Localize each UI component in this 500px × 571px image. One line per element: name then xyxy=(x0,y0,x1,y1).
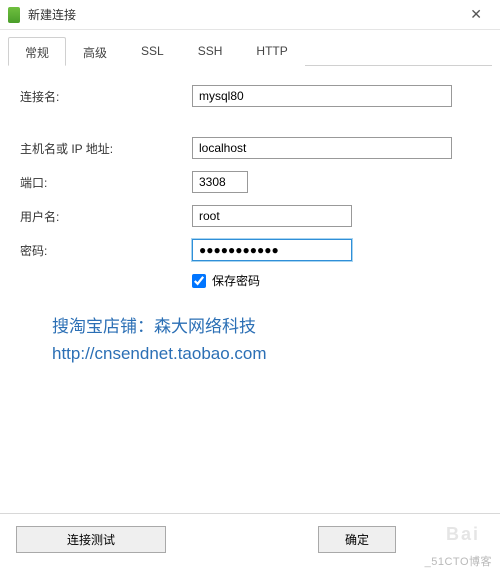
ok-button[interactable]: 确定 xyxy=(318,526,396,553)
row-password: 密码: xyxy=(20,238,480,262)
tab-advanced[interactable]: 高级 xyxy=(66,37,124,66)
footer-right: 确定 取消 xyxy=(318,526,484,553)
promo-line2: http://cnsendnet.taobao.com xyxy=(52,340,470,367)
save-password-checkbox[interactable] xyxy=(192,274,206,288)
test-connection-button[interactable]: 连接测试 xyxy=(16,526,166,553)
row-connection-name: 连接名: xyxy=(20,84,480,108)
conn-name-label: 连接名: xyxy=(20,88,192,105)
password-input[interactable] xyxy=(192,239,352,261)
titlebar: 新建连接 ✕ xyxy=(0,0,500,30)
row-port: 端口: xyxy=(20,170,480,194)
window-title: 新建连接 xyxy=(28,6,460,23)
host-label: 主机名或 IP 地址: xyxy=(20,140,192,157)
tab-general[interactable]: 常规 xyxy=(8,37,66,66)
user-input[interactable] xyxy=(192,205,352,227)
tab-ssh[interactable]: SSH xyxy=(181,37,240,66)
password-label: 密码: xyxy=(20,242,192,259)
host-input[interactable] xyxy=(192,137,452,159)
user-label: 用户名: xyxy=(20,208,192,225)
port-label: 端口: xyxy=(20,174,192,191)
promo-line1: 搜淘宝店铺：森大网络科技 xyxy=(52,313,470,340)
row-user: 用户名: xyxy=(20,204,480,228)
row-host: 主机名或 IP 地址: xyxy=(20,136,480,160)
row-save-password: 保存密码 xyxy=(192,272,480,289)
form-panel: 连接名: 主机名或 IP 地址: 端口: 用户名: 密码: 保存密码 搜淘宝店铺… xyxy=(0,66,500,385)
promo-block: 搜淘宝店铺：森大网络科技 http://cnsendnet.taobao.com xyxy=(52,313,470,367)
footer: 连接测试 确定 取消 xyxy=(0,513,500,553)
conn-name-input[interactable] xyxy=(192,85,452,107)
tab-ssl[interactable]: SSL xyxy=(124,37,181,66)
save-password-label: 保存密码 xyxy=(212,272,260,289)
tab-bar: 常规 高级 SSL SSH HTTP xyxy=(8,36,492,66)
close-icon[interactable]: ✕ xyxy=(460,2,492,27)
watermark-text: _51CTO博客 xyxy=(425,553,492,569)
tab-http[interactable]: HTTP xyxy=(239,37,304,66)
app-icon xyxy=(8,7,20,23)
port-input[interactable] xyxy=(192,171,248,193)
